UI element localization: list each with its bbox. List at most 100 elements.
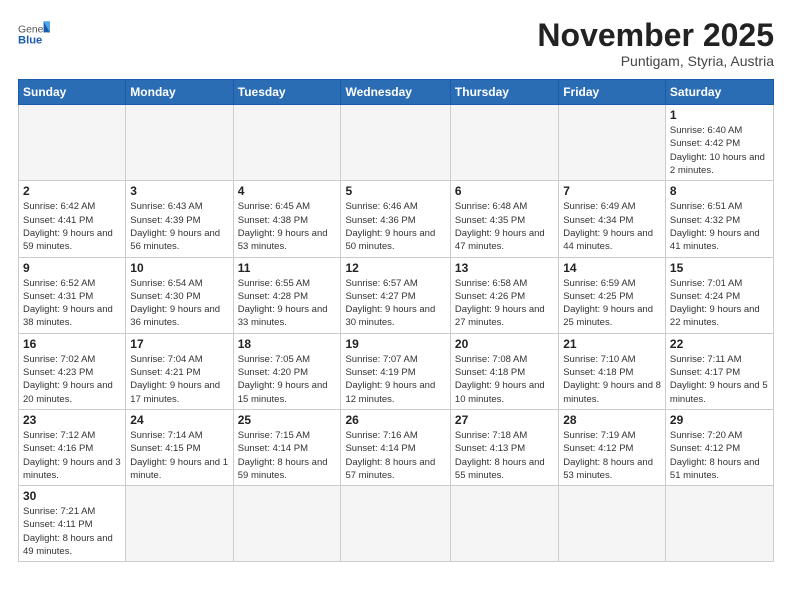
col-thursday: Thursday bbox=[450, 80, 558, 105]
day-info: Sunrise: 7:08 AM Sunset: 4:18 PM Dayligh… bbox=[455, 353, 554, 406]
table-row bbox=[341, 105, 450, 181]
day-number: 5 bbox=[345, 184, 445, 198]
table-row: 25 Sunrise: 7:15 AM Sunset: 4:14 PM Dayli… bbox=[233, 409, 341, 485]
day-info: Sunrise: 6:46 AM Sunset: 4:36 PM Dayligh… bbox=[345, 200, 445, 253]
table-row: 26Sunrise: 7:16 AM Sunset: 4:14 PM Dayli… bbox=[341, 409, 450, 485]
table-row bbox=[126, 105, 233, 181]
table-row: 27 Sunrise: 7:18 AM Sunset: 4:13 PM Dayli… bbox=[450, 409, 558, 485]
day-info: Sunrise: 6:55 AM Sunset: 4:28 PM Dayligh… bbox=[238, 277, 337, 330]
table-row: 11 Sunrise: 6:55 AM Sunset: 4:28 PM Dayli… bbox=[233, 257, 341, 333]
page: General Blue November 2025 Puntigam, Sty… bbox=[0, 0, 792, 612]
table-row: 4 Sunrise: 6:45 AM Sunset: 4:38 PM Daylig… bbox=[233, 181, 341, 257]
table-row bbox=[665, 486, 773, 562]
day-info: Sunrise: 7:01 AM Sunset: 4:24 PM Dayligh… bbox=[670, 277, 769, 330]
day-info: Sunrise: 7:05 AM Sunset: 4:20 PM Dayligh… bbox=[238, 353, 337, 406]
table-row: 20 Sunrise: 7:08 AM Sunset: 4:18 PM Dayli… bbox=[450, 333, 558, 409]
day-number: 2 bbox=[23, 184, 121, 198]
table-row: 9 Sunrise: 6:52 AM Sunset: 4:31 PM Daylig… bbox=[19, 257, 126, 333]
day-number: 25 bbox=[238, 413, 337, 427]
table-row bbox=[559, 486, 666, 562]
day-number: 12 bbox=[345, 261, 445, 275]
table-row: 1 Sunrise: 6:40 AM Sunset: 4:42 PM Daylig… bbox=[665, 105, 773, 181]
table-row: 10 Sunrise: 6:54 AM Sunset: 4:30 PM Dayli… bbox=[126, 257, 233, 333]
day-number: 20 bbox=[455, 337, 554, 351]
table-row bbox=[126, 486, 233, 562]
day-info: Sunrise: 6:59 AM Sunset: 4:25 PM Dayligh… bbox=[563, 277, 661, 330]
table-row: 22 Sunrise: 7:11 AM Sunset: 4:17 PM Dayli… bbox=[665, 333, 773, 409]
day-info: Sunrise: 6:54 AM Sunset: 4:30 PM Dayligh… bbox=[130, 277, 228, 330]
day-info: Sunrise: 7:16 AM Sunset: 4:14 PM Dayligh… bbox=[345, 429, 445, 482]
subtitle: Puntigam, Styria, Austria bbox=[537, 53, 774, 69]
day-number: 13 bbox=[455, 261, 554, 275]
header: General Blue November 2025 Puntigam, Sty… bbox=[18, 18, 774, 69]
table-row: 17Sunrise: 7:04 AM Sunset: 4:21 PM Dayli… bbox=[126, 333, 233, 409]
day-number: 27 bbox=[455, 413, 554, 427]
col-saturday: Saturday bbox=[665, 80, 773, 105]
day-info: Sunrise: 7:07 AM Sunset: 4:19 PM Dayligh… bbox=[345, 353, 445, 406]
day-info: Sunrise: 6:42 AM Sunset: 4:41 PM Dayligh… bbox=[23, 200, 121, 253]
day-number: 29 bbox=[670, 413, 769, 427]
day-number: 7 bbox=[563, 184, 661, 198]
table-row bbox=[341, 486, 450, 562]
table-row: 24 Sunrise: 7:14 AM Sunset: 4:15 PM Dayli… bbox=[126, 409, 233, 485]
day-info: Sunrise: 7:19 AM Sunset: 4:12 PM Dayligh… bbox=[563, 429, 661, 482]
day-info: Sunrise: 6:45 AM Sunset: 4:38 PM Dayligh… bbox=[238, 200, 337, 253]
day-info: Sunrise: 7:20 AM Sunset: 4:12 PM Dayligh… bbox=[670, 429, 769, 482]
day-info: Sunrise: 6:40 AM Sunset: 4:42 PM Dayligh… bbox=[670, 124, 769, 177]
day-number: 3 bbox=[130, 184, 228, 198]
col-friday: Friday bbox=[559, 80, 666, 105]
day-number: 8 bbox=[670, 184, 769, 198]
table-row: 14Sunrise: 6:59 AM Sunset: 4:25 PM Dayli… bbox=[559, 257, 666, 333]
calendar: Sunday Monday Tuesday Wednesday Thursday… bbox=[18, 79, 774, 562]
table-row: 16 Sunrise: 7:02 AM Sunset: 4:23 PM Dayli… bbox=[19, 333, 126, 409]
day-number: 30 bbox=[23, 489, 121, 503]
day-number: 21 bbox=[563, 337, 661, 351]
day-info: Sunrise: 7:02 AM Sunset: 4:23 PM Dayligh… bbox=[23, 353, 121, 406]
day-number: 16 bbox=[23, 337, 121, 351]
day-info: Sunrise: 6:58 AM Sunset: 4:26 PM Dayligh… bbox=[455, 277, 554, 330]
table-row: 5 Sunrise: 6:46 AM Sunset: 4:36 PM Daylig… bbox=[341, 181, 450, 257]
col-tuesday: Tuesday bbox=[233, 80, 341, 105]
day-number: 4 bbox=[238, 184, 337, 198]
table-row bbox=[233, 486, 341, 562]
day-info: Sunrise: 6:51 AM Sunset: 4:32 PM Dayligh… bbox=[670, 200, 769, 253]
day-number: 23 bbox=[23, 413, 121, 427]
calendar-header-row: Sunday Monday Tuesday Wednesday Thursday… bbox=[19, 80, 774, 105]
table-row: 18Sunrise: 7:05 AM Sunset: 4:20 PM Dayli… bbox=[233, 333, 341, 409]
day-number: 6 bbox=[455, 184, 554, 198]
day-number: 11 bbox=[238, 261, 337, 275]
table-row: 2 Sunrise: 6:42 AM Sunset: 4:41 PM Daylig… bbox=[19, 181, 126, 257]
logo: General Blue bbox=[18, 18, 50, 50]
month-title: November 2025 bbox=[537, 18, 774, 53]
day-number: 10 bbox=[130, 261, 228, 275]
col-sunday: Sunday bbox=[19, 80, 126, 105]
day-info: Sunrise: 6:52 AM Sunset: 4:31 PM Dayligh… bbox=[23, 277, 121, 330]
table-row: 8 Sunrise: 6:51 AM Sunset: 4:32 PM Daylig… bbox=[665, 181, 773, 257]
title-block: November 2025 Puntigam, Styria, Austria bbox=[537, 18, 774, 69]
table-row: 23Sunrise: 7:12 AM Sunset: 4:16 PM Dayli… bbox=[19, 409, 126, 485]
day-info: Sunrise: 6:57 AM Sunset: 4:27 PM Dayligh… bbox=[345, 277, 445, 330]
col-wednesday: Wednesday bbox=[341, 80, 450, 105]
day-number: 24 bbox=[130, 413, 228, 427]
day-number: 19 bbox=[345, 337, 445, 351]
day-info: Sunrise: 7:04 AM Sunset: 4:21 PM Dayligh… bbox=[130, 353, 228, 406]
table-row: 13 Sunrise: 6:58 AM Sunset: 4:26 PM Dayli… bbox=[450, 257, 558, 333]
table-row bbox=[559, 105, 666, 181]
day-info: Sunrise: 7:14 AM Sunset: 4:15 PM Dayligh… bbox=[130, 429, 228, 482]
svg-text:Blue: Blue bbox=[18, 35, 42, 47]
day-info: Sunrise: 7:18 AM Sunset: 4:13 PM Dayligh… bbox=[455, 429, 554, 482]
day-number: 22 bbox=[670, 337, 769, 351]
day-number: 9 bbox=[23, 261, 121, 275]
table-row bbox=[450, 105, 558, 181]
day-info: Sunrise: 7:10 AM Sunset: 4:18 PM Dayligh… bbox=[563, 353, 661, 406]
day-info: Sunrise: 6:48 AM Sunset: 4:35 PM Dayligh… bbox=[455, 200, 554, 253]
table-row bbox=[233, 105, 341, 181]
table-row: 6 Sunrise: 6:48 AM Sunset: 4:35 PM Daylig… bbox=[450, 181, 558, 257]
day-info: Sunrise: 7:15 AM Sunset: 4:14 PM Dayligh… bbox=[238, 429, 337, 482]
day-info: Sunrise: 7:11 AM Sunset: 4:17 PM Dayligh… bbox=[670, 353, 769, 406]
table-row bbox=[450, 486, 558, 562]
table-row: 3Sunrise: 6:43 AM Sunset: 4:39 PM Daylig… bbox=[126, 181, 233, 257]
table-row: 7Sunrise: 6:49 AM Sunset: 4:34 PM Daylig… bbox=[559, 181, 666, 257]
day-number: 1 bbox=[670, 108, 769, 122]
day-number: 28 bbox=[563, 413, 661, 427]
